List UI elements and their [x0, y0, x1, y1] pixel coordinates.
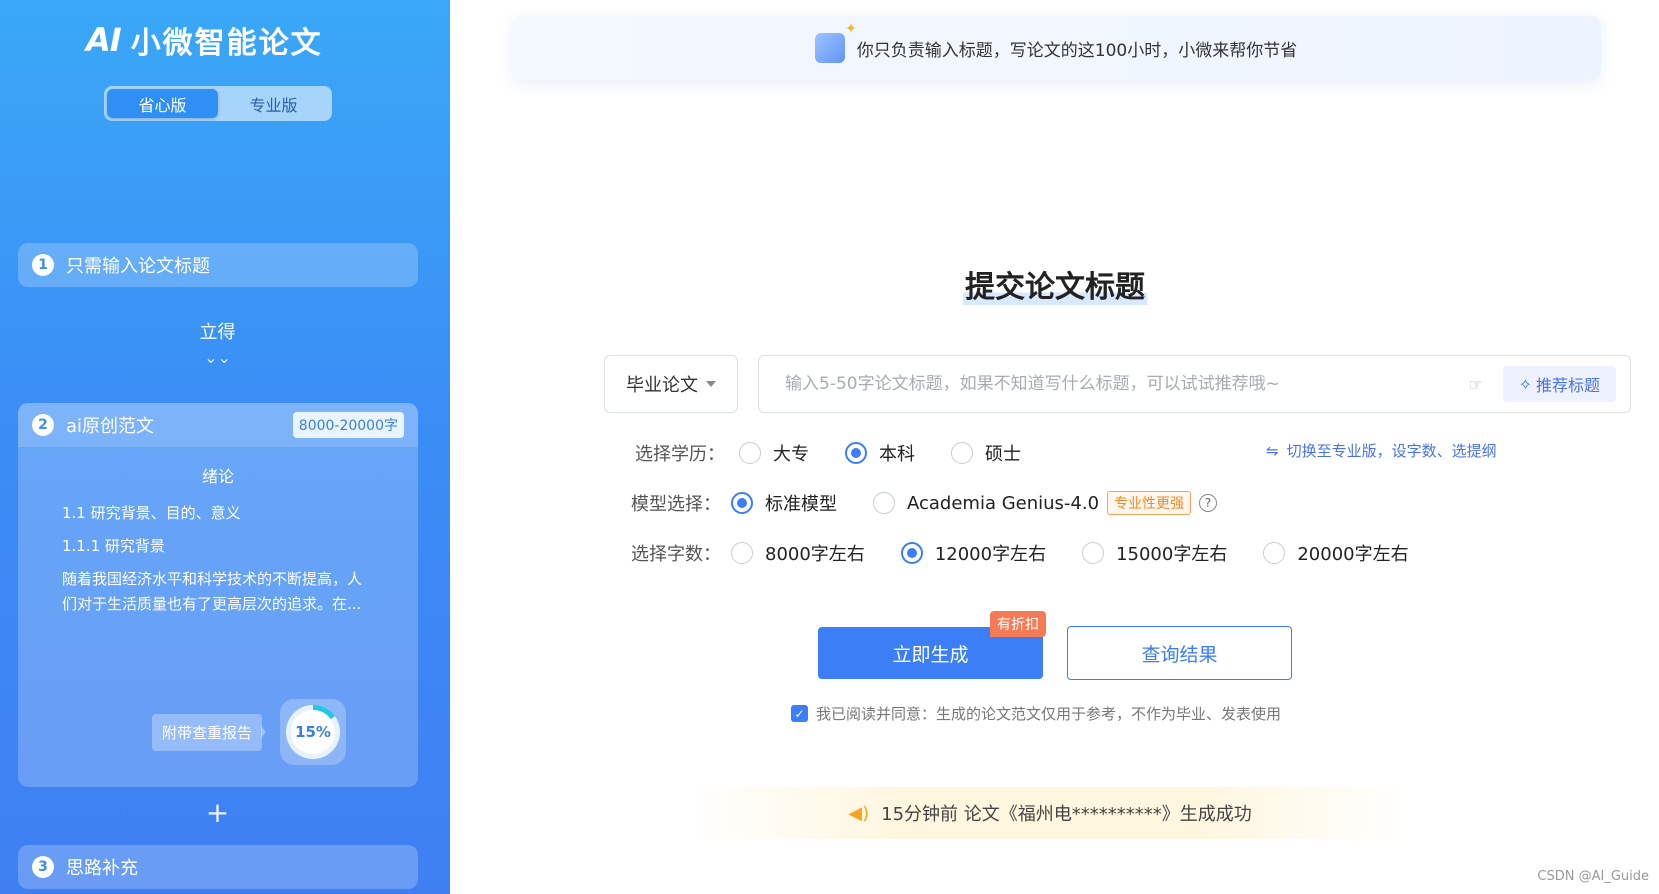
checkbox-checked-icon[interactable]: ✓ [791, 705, 808, 722]
model-row: 模型选择： 标准模型 Academia Genius-4.0 专业性更强 ? [631, 490, 1218, 516]
mode-switch: 省心版 专业版 [104, 86, 332, 121]
report-row: 附带查重报告 15% [152, 699, 347, 765]
step-number: 3 [32, 856, 54, 878]
title-input-wrapper: ☞ ✧ 推荐标题 [758, 355, 1631, 413]
pointer-hand-icon: ☞ [1468, 374, 1483, 394]
speaker-icon: ◀) [848, 802, 870, 824]
radio-checked-icon [731, 492, 753, 514]
agreement-text: 我已阅读并同意：生成的论文范文仅用于参考，不作为毕业、发表使用 [816, 705, 1282, 723]
switch-pro-link[interactable]: ⇋ 切换至专业版，设字数、选提纲 [1266, 440, 1497, 461]
mode-simple-tab[interactable]: 省心版 [107, 89, 218, 118]
step-card-2: 2 ai原创范文 8000-20000字 绪论 1.1 研究背景、目的、意义 1… [18, 403, 418, 787]
step-label: ai原创范文 [66, 416, 155, 437]
model-label: 模型选择： [631, 494, 721, 515]
wordcount-option-20000[interactable]: 20000字左右 [1263, 540, 1409, 566]
wordcount-option-12000[interactable]: 12000字左右 [900, 540, 1046, 566]
pro-badge: 专业性更强 [1107, 491, 1192, 515]
sidebar: AI 小微智能论文 省心版 专业版 1 只需输入论文标题 立得 ⌄⌄ 2 ai原… [0, 0, 450, 894]
help-icon[interactable]: ? [1199, 494, 1218, 512]
step-number: 2 [32, 414, 54, 436]
logo: AI 小微智能论文 [86, 18, 323, 62]
radio-checked-icon [900, 542, 923, 564]
radio-icon [731, 542, 753, 564]
word-range-badge: 8000-20000字 [292, 412, 404, 438]
sparkle-icon: ✧ [1518, 374, 1532, 394]
essay-line: 1.1 研究背景、目的、意义 [62, 504, 241, 522]
recommend-title-button[interactable]: ✧ 推荐标题 [1502, 366, 1616, 402]
model-option-standard[interactable]: 标准模型 [731, 490, 837, 516]
plagiarism-ring: 15% [280, 699, 347, 765]
essay-paragraph: 随着我国经济水平和科学技术的不断提高，人们对于生活质量也有了更高层次的追求。在.… [62, 570, 363, 613]
step-label: 思路补充 [66, 858, 138, 879]
education-row: 选择学历： 大专 本科 硕士 [635, 440, 1057, 466]
paper-type-value: 毕业论文 [626, 375, 698, 396]
radio-icon [873, 492, 895, 514]
step-card-3: 3 思路补充 [18, 845, 418, 889]
chevron-down-icon: ⌄⌄ [204, 348, 231, 367]
model-option-academia[interactable]: Academia Genius-4.0 [873, 492, 1099, 514]
notice-text: 15分钟前 论文《福州电**********》生成成功 [881, 804, 1252, 825]
wordcount-option-8000[interactable]: 8000字左右 [731, 540, 865, 566]
education-option-master[interactable]: 硕士 [951, 440, 1021, 466]
radio-icon [1082, 542, 1105, 564]
report-tag: 附带查重报告 [152, 713, 267, 751]
radio-icon [1263, 542, 1286, 564]
step-connector: 立得 ⌄⌄ [0, 318, 435, 367]
caret-down-icon [706, 381, 716, 387]
watermark-credit: CSDN @AI_Guide [1537, 869, 1649, 884]
education-label: 选择学历： [635, 444, 725, 465]
success-notice: ◀) 15分钟前 论文《福州电**********》生成成功 [690, 787, 1410, 839]
education-option-junior[interactable]: 大专 [739, 440, 809, 466]
discount-badge: 有折扣 [990, 611, 1046, 637]
plagiarism-percent: 15% [291, 710, 336, 754]
banner-text: 你只负责输入标题，写论文的这100小时，小微来帮你节省 [856, 40, 1298, 61]
radio-icon [739, 442, 761, 464]
logo-text: 小微智能论文 [130, 26, 323, 61]
essay-preview: 绪论 1.1 研究背景、目的、意义 1.1.1 研究背景 随着我国经济水平和科学… [18, 447, 418, 617]
top-banner: 你只负责输入标题，写论文的这100小时，小微来帮你节省 [511, 16, 1601, 80]
mode-pro-tab[interactable]: 专业版 [218, 89, 329, 118]
wordcount-label: 选择字数： [631, 544, 721, 565]
essay-heading: 绪论 [201, 467, 234, 486]
recommend-label: 推荐标题 [1535, 376, 1600, 395]
radio-icon [951, 442, 973, 464]
query-result-button[interactable]: 查询结果 [1067, 626, 1292, 680]
education-option-bachelor[interactable]: 本科 [845, 440, 915, 466]
wordcount-option-15000[interactable]: 15000字左右 [1082, 540, 1227, 566]
swap-icon: ⇋ [1266, 441, 1279, 460]
connector-label: 立得 [199, 322, 236, 343]
title-input[interactable] [785, 374, 1469, 394]
logo-mark: AI [86, 21, 122, 59]
paper-type-select[interactable]: 毕业论文 [604, 355, 738, 413]
plus-icon: + [205, 796, 230, 829]
agreement-row[interactable]: ✓ 我已阅读并同意：生成的论文范文仅用于参考，不作为毕业、发表使用 [791, 703, 1281, 724]
wordcount-row: 选择字数： 8000字左右 12000字左右 15000字左右 20000字左右 [631, 540, 1445, 566]
radio-checked-icon [845, 442, 867, 464]
document-icon [814, 21, 857, 63]
page-title: 提交论文标题 [963, 270, 1147, 305]
essay-line: 1.1.1 研究背景 [62, 537, 165, 555]
